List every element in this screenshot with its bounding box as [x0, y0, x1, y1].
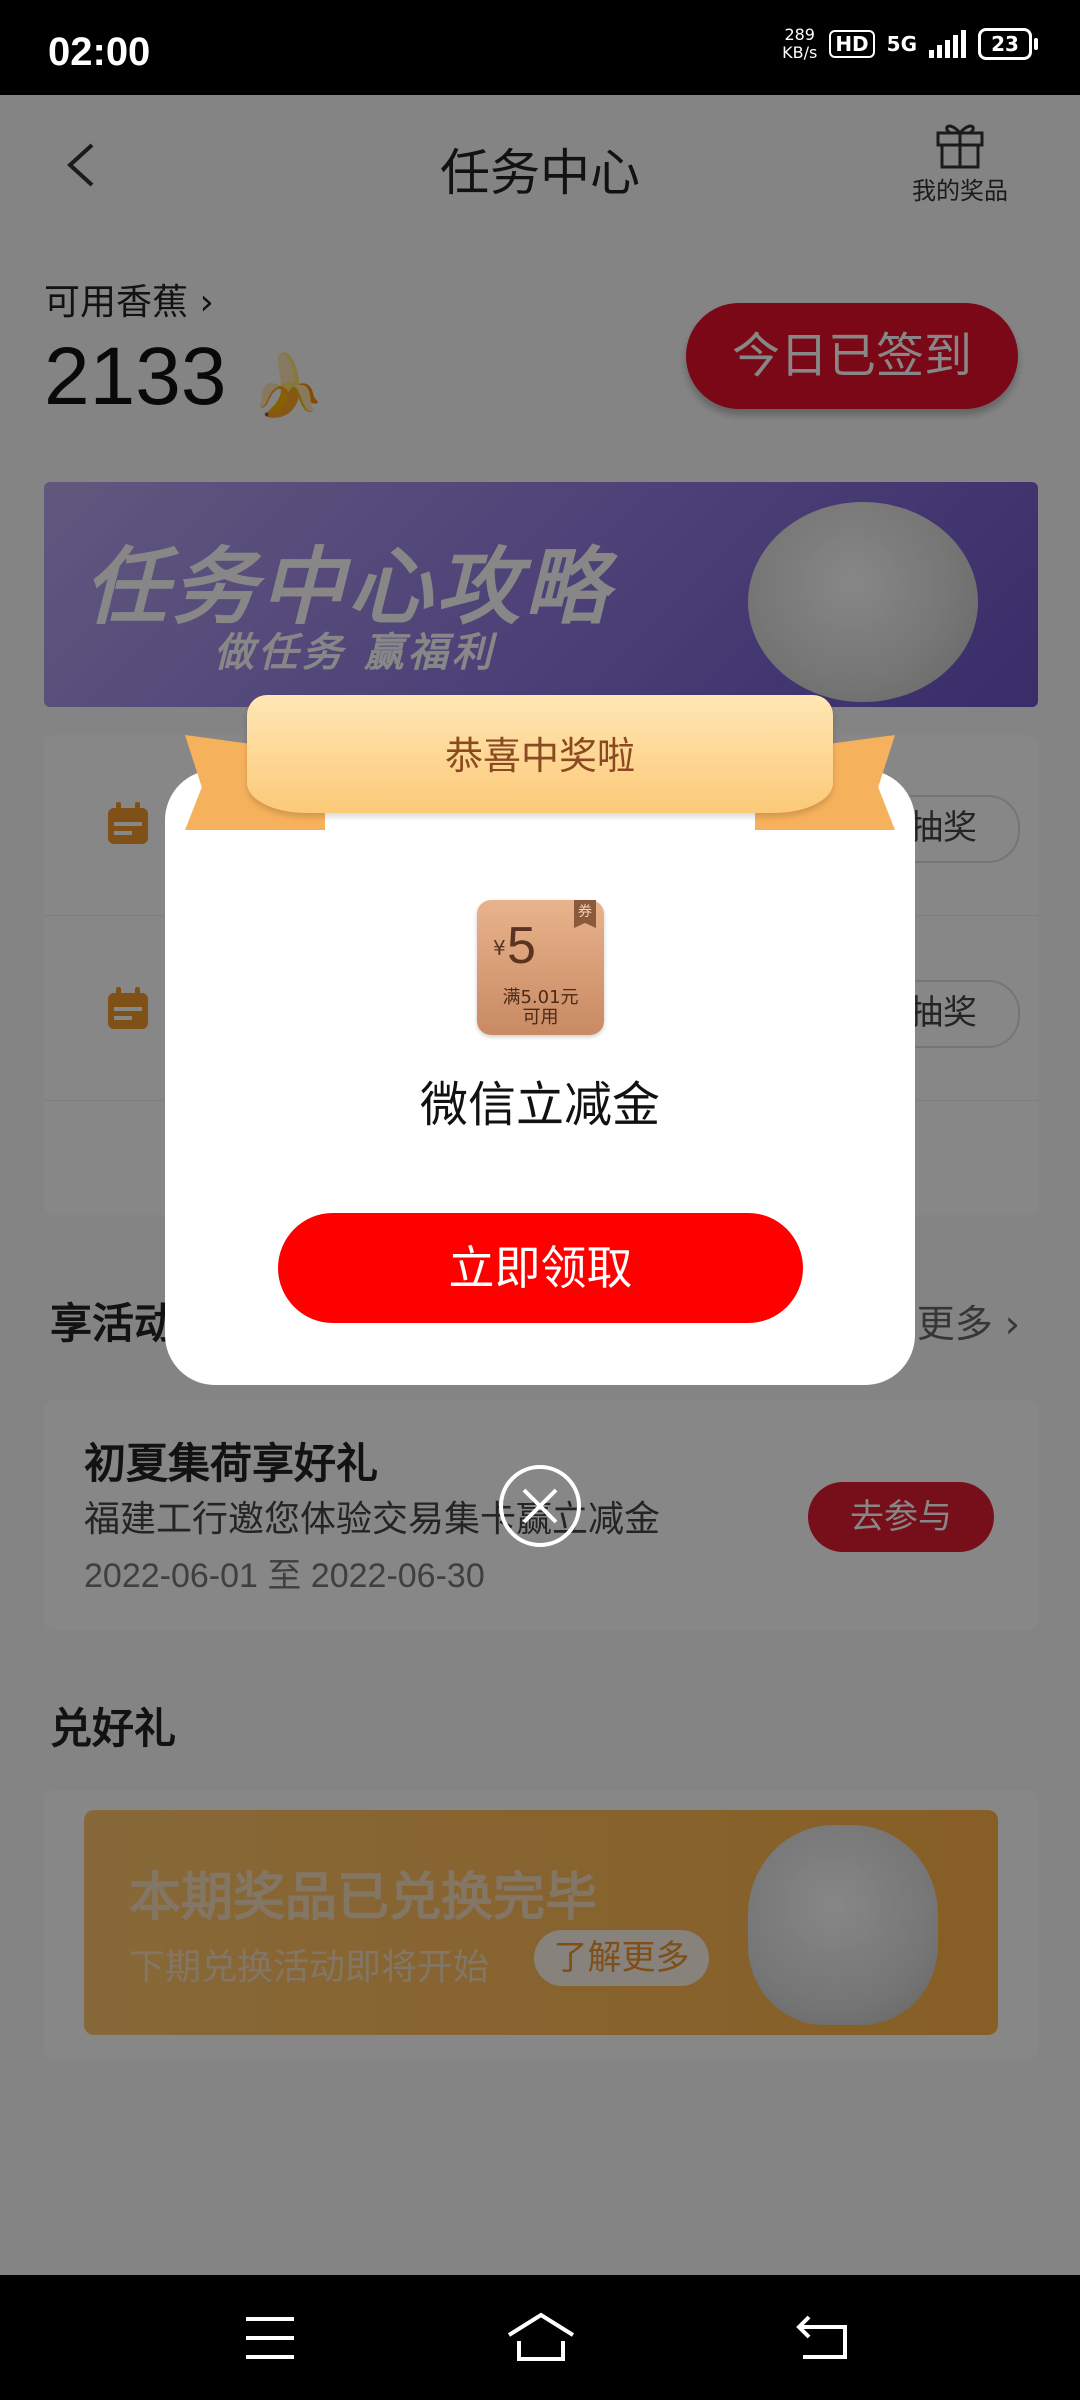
home-icon[interactable] — [505, 2311, 577, 2363]
back-icon[interactable] — [795, 2313, 851, 2361]
close-icon — [522, 1488, 558, 1524]
coupon-condition: 满5.01元 可用 — [502, 987, 579, 1028]
close-dialog-button[interactable] — [499, 1465, 581, 1547]
coupon-tag: 券 — [574, 900, 596, 928]
ribbon-banner: 恭喜中奖啦 — [185, 695, 895, 845]
coupon-value: 5 — [507, 917, 536, 975]
status-icons: 289 KB/s HD 5G 23 — [782, 25, 1038, 62]
congrats-title: 恭喜中奖啦 — [444, 734, 635, 778]
menu-icon[interactable] — [242, 2315, 298, 2361]
network-speed: 289 KB/s — [782, 25, 818, 62]
status-bar: 02:00 289 KB/s HD 5G 23 — [0, 0, 1080, 95]
status-time: 02:00 — [48, 30, 151, 74]
network-type: 5G — [886, 32, 917, 56]
claim-now-button[interactable]: 立即领取 — [278, 1213, 803, 1323]
hd-icon: HD — [829, 30, 875, 58]
coupon-currency: ¥ — [493, 936, 506, 960]
coupon-image: 券 ¥ 5 满5.01元 可用 — [477, 900, 604, 1035]
prize-name: 微信立减金 — [419, 1077, 660, 1133]
signal-icon — [929, 30, 966, 58]
battery-icon: 23 — [978, 28, 1038, 60]
system-nav-bar — [0, 2275, 1080, 2400]
